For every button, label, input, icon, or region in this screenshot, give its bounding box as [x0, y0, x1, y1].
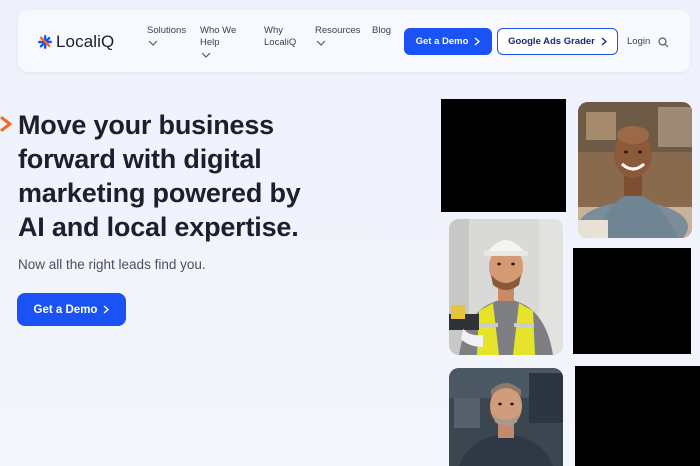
search-icon[interactable] — [658, 37, 669, 48]
login-link[interactable]: Login — [627, 36, 650, 48]
hero-title-line-3: marketing powered by — [18, 178, 301, 208]
brand-logo[interactable]: LocaliQ — [38, 32, 114, 52]
nav-item-who-we-help[interactable]: Who We Help — [200, 25, 236, 59]
button-label: Get a Demo — [33, 303, 98, 316]
hero-title-line-4: AI and local expertise. — [18, 212, 299, 242]
chevron-down-icon — [316, 40, 326, 46]
get-demo-nav-button[interactable]: Get a Demo — [404, 28, 492, 55]
chevron-right-icon — [104, 305, 110, 314]
photo-construction-worker — [449, 219, 563, 355]
nav-item-label: Solutions — [147, 25, 187, 36]
nav-item-label: Why — [264, 25, 283, 36]
image-placeholder — [575, 366, 700, 466]
accent-arrow-icon — [0, 116, 12, 132]
nav-item-label: Who We — [200, 25, 237, 36]
chevron-down-icon — [201, 52, 211, 58]
nav-item-label-line2: LocaliQ — [264, 37, 297, 48]
brand-name: LocaliQ — [56, 32, 115, 51]
hero-title-bold-1: Move your business — [18, 110, 274, 140]
image-placeholder — [441, 99, 566, 212]
nav-item-blog[interactable]: Blog — [372, 25, 391, 37]
get-demo-hero-button[interactable]: Get a Demo — [17, 293, 126, 326]
button-label: Get a Demo — [415, 36, 469, 47]
hero-title: Move your business forward with digital … — [18, 108, 338, 244]
nav-item-label: Blog — [372, 25, 392, 36]
nav-item-solutions[interactable]: Solutions — [147, 25, 186, 47]
google-ads-grader-button[interactable]: Google Ads Grader — [497, 28, 618, 55]
chevron-right-icon — [474, 37, 481, 46]
top-navbar: LocaliQ Solutions Who We Help Why Locali… — [18, 10, 690, 72]
hero-subtitle: Now all the right leads find you. — [18, 257, 206, 272]
nav-item-label-line2: Help — [200, 37, 220, 48]
button-label: Google Ads Grader — [508, 36, 595, 47]
localiq-logo-icon — [38, 35, 52, 49]
hero-title-bold-2: forward — [18, 144, 116, 174]
chevron-right-icon — [601, 37, 607, 46]
hero-title-rest-2: with digital — [115, 144, 262, 174]
nav-item-why-localiq[interactable]: Why LocaliQ — [264, 25, 296, 49]
nav-item-resources[interactable]: Resources — [315, 25, 360, 47]
chevron-down-icon — [148, 40, 158, 46]
photo-mechanic — [449, 368, 563, 466]
photo-smiling-man — [578, 102, 692, 238]
image-placeholder — [573, 248, 691, 354]
nav-item-label: Resources — [315, 25, 361, 36]
login-label: Login — [627, 36, 651, 47]
